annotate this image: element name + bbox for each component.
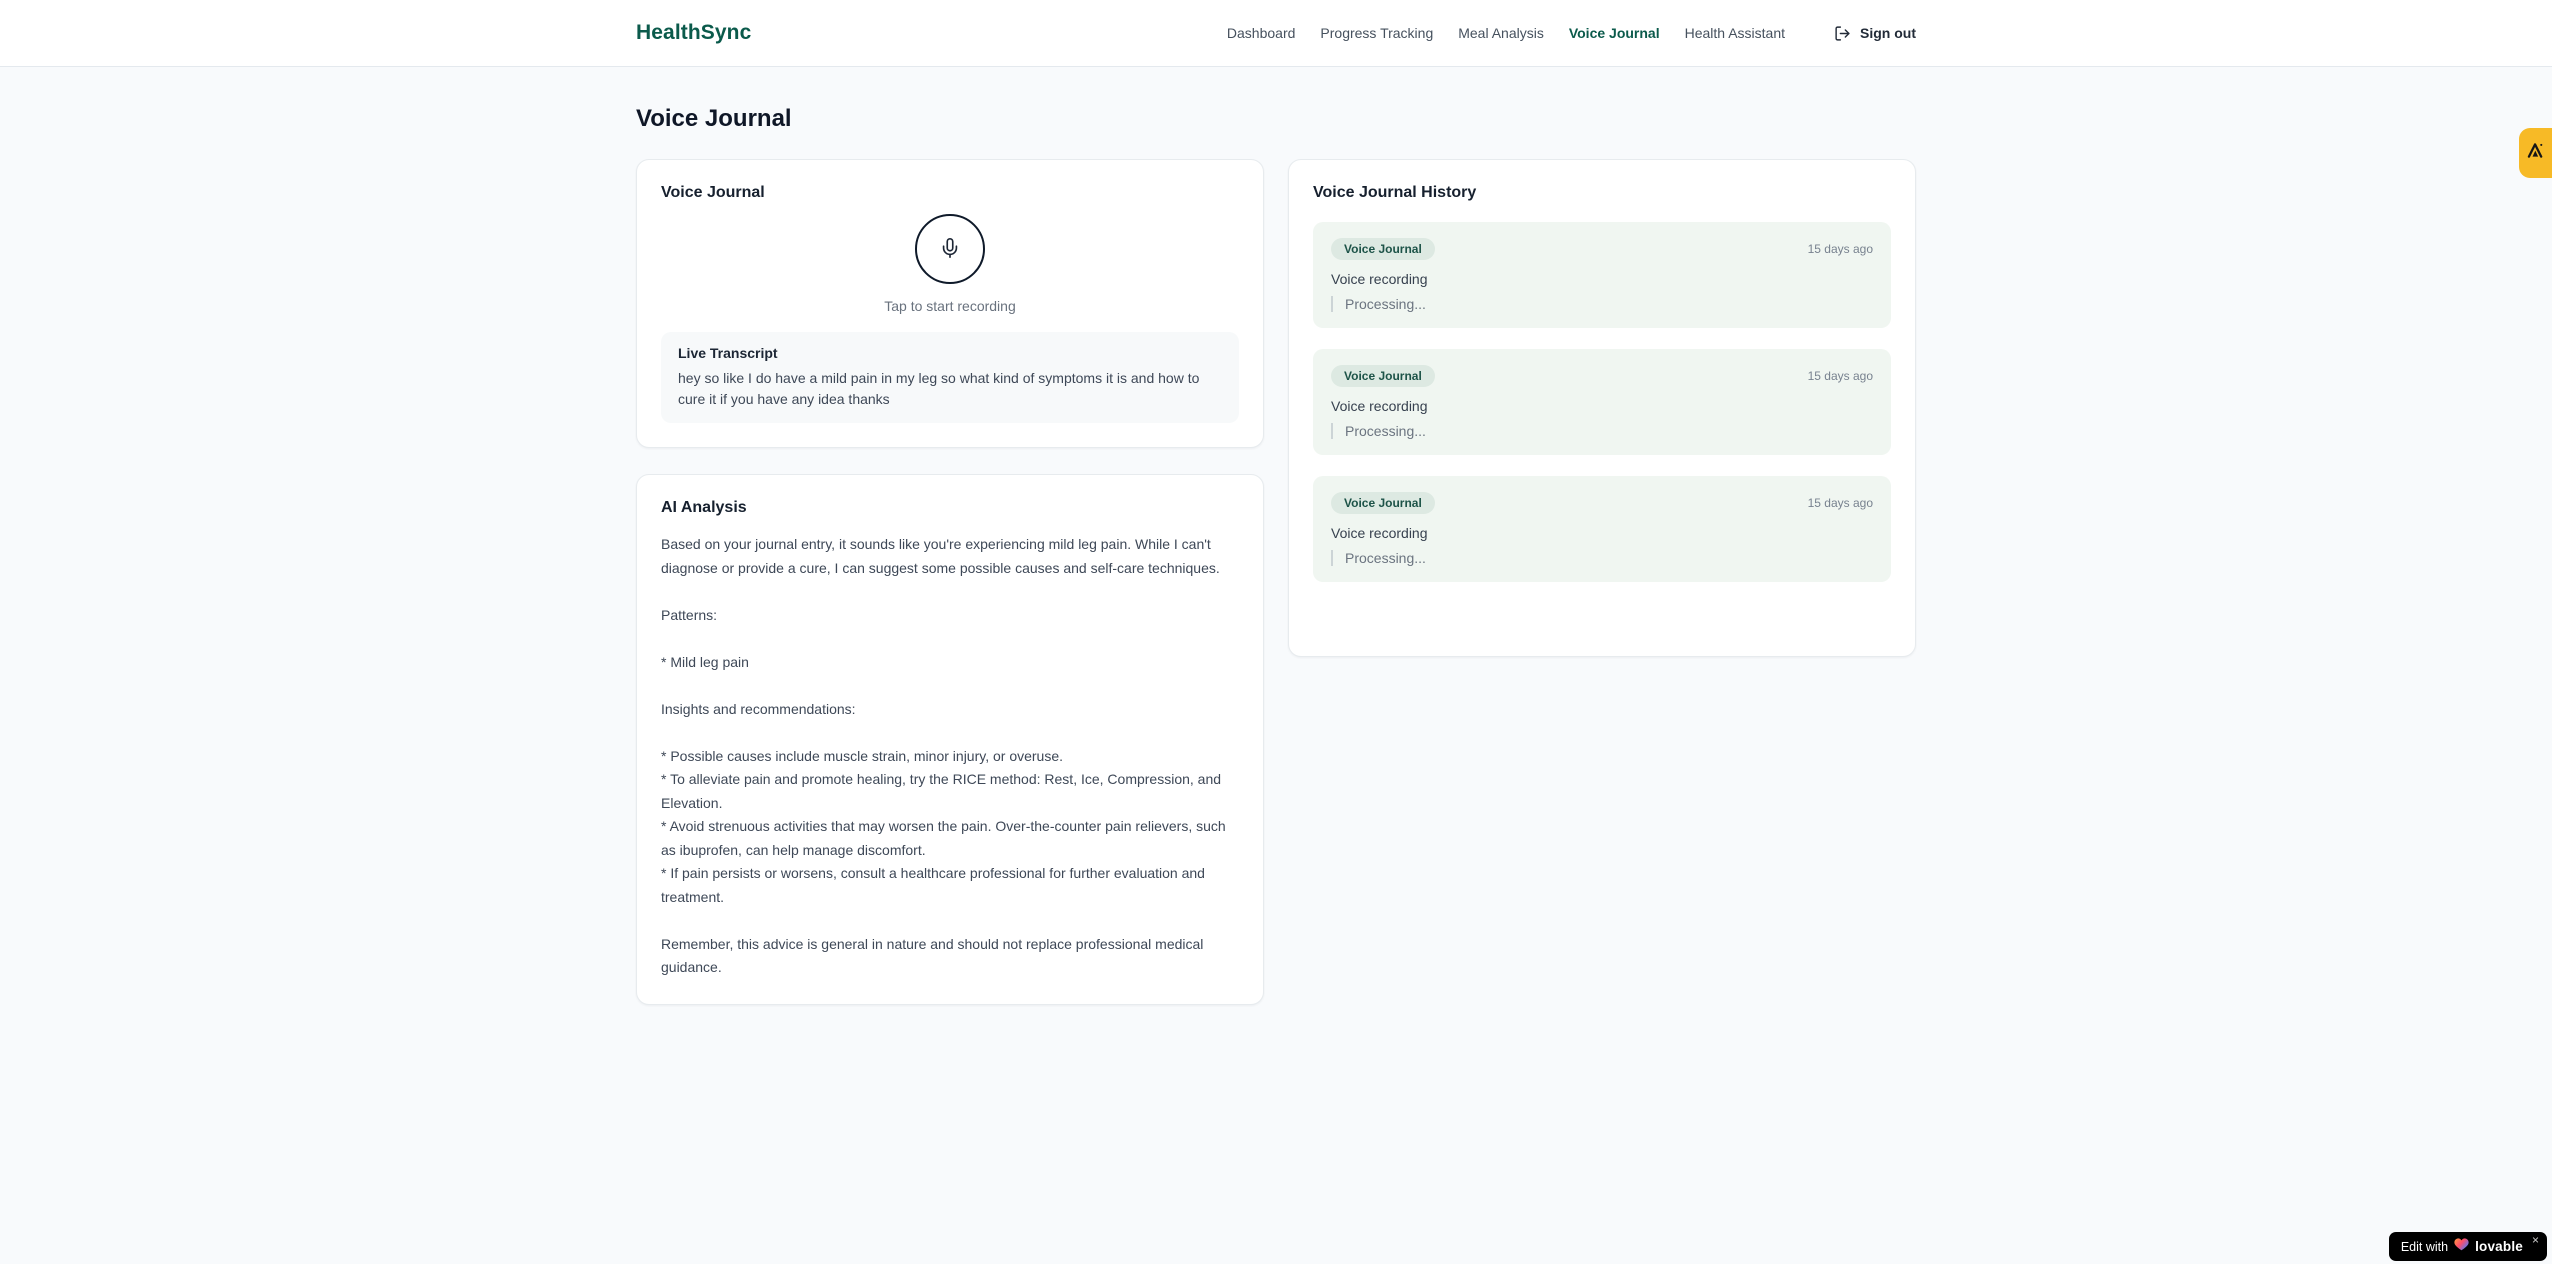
microphone-icon [939,237,961,262]
entry-status: Processing... [1331,296,1873,312]
voice-journal-history-card: Voice Journal History Voice Journal 15 d… [1288,159,1916,657]
recorder-card-title: Voice Journal [661,184,765,201]
history-entry[interactable]: Voice Journal 15 days ago Voice recordin… [1313,349,1891,455]
entry-label: Voice recording [1331,398,1428,414]
history-entry[interactable]: Voice Journal 15 days ago Voice recordin… [1313,222,1891,328]
ai-analysis-title: AI Analysis [661,499,747,516]
history-card-title: Voice Journal History [1313,184,1477,201]
nav-item-health-assistant[interactable]: Health Assistant [1685,25,1785,41]
page-title: Voice Journal [636,105,792,132]
ai-analysis-card: AI Analysis Based on your journal entry,… [636,474,1264,1005]
heart-icon [2454,1237,2469,1256]
history-entry-list: Voice Journal 15 days ago Voice recordin… [1313,222,1891,582]
entry-timestamp: 15 days ago [1807,242,1873,256]
entry-type-badge: Voice Journal [1331,238,1435,260]
live-transcript-label: Live Transcript [678,345,778,361]
history-entry[interactable]: Voice Journal 15 days ago Voice recordin… [1313,476,1891,582]
entry-label: Voice recording [1331,525,1428,541]
tap-to-record-hint: Tap to start recording [884,298,1016,314]
edit-with-label: Edit with [2400,1239,2449,1254]
ai-analysis-body: Based on your journal entry, it sounds l… [661,536,1226,975]
side-tab-button[interactable] [2519,128,2552,178]
entry-timestamp: 15 days ago [1807,496,1873,510]
left-column: Voice Journal Tap to start recording Liv… [636,159,1264,1005]
sign-out-button[interactable]: Sign out [1834,25,1916,42]
close-icon[interactable]: × [2532,1234,2539,1246]
app-header: HealthSync Dashboard Progress Tracking M… [0,0,2552,67]
sign-out-label: Sign out [1860,25,1916,41]
entry-status: Processing... [1331,423,1873,439]
entry-type-badge: Voice Journal [1331,492,1435,514]
entry-status: Processing... [1331,550,1873,566]
nav-item-meal-analysis[interactable]: Meal Analysis [1458,25,1544,41]
entry-type-badge: Voice Journal [1331,365,1435,387]
record-button[interactable] [915,214,985,284]
nav-item-dashboard[interactable]: Dashboard [1227,25,1296,41]
live-transcript-text: hey so like I do have a mild pain in my … [678,370,1200,407]
nav-item-voice-journal[interactable]: Voice Journal [1569,25,1660,41]
live-transcript-box: Live Transcript hey so like I do have a … [661,332,1239,423]
log-out-icon [1834,25,1851,42]
main-content: Voice Journal Voice Journal Tap to start… [636,67,1916,1005]
app-logo[interactable]: HealthSync [636,21,751,45]
lovable-brand-label: lovable [2475,1239,2523,1254]
voice-recorder-card: Voice Journal Tap to start recording Liv… [636,159,1264,448]
entry-timestamp: 15 days ago [1807,369,1873,383]
nav-item-progress-tracking[interactable]: Progress Tracking [1320,25,1433,41]
edit-with-lovable-badge[interactable]: Edit with lovable × [2388,1232,2547,1261]
peak-logo-icon [2525,140,2546,166]
main-nav: Dashboard Progress Tracking Meal Analysi… [1227,25,1916,42]
entry-label: Voice recording [1331,271,1428,287]
